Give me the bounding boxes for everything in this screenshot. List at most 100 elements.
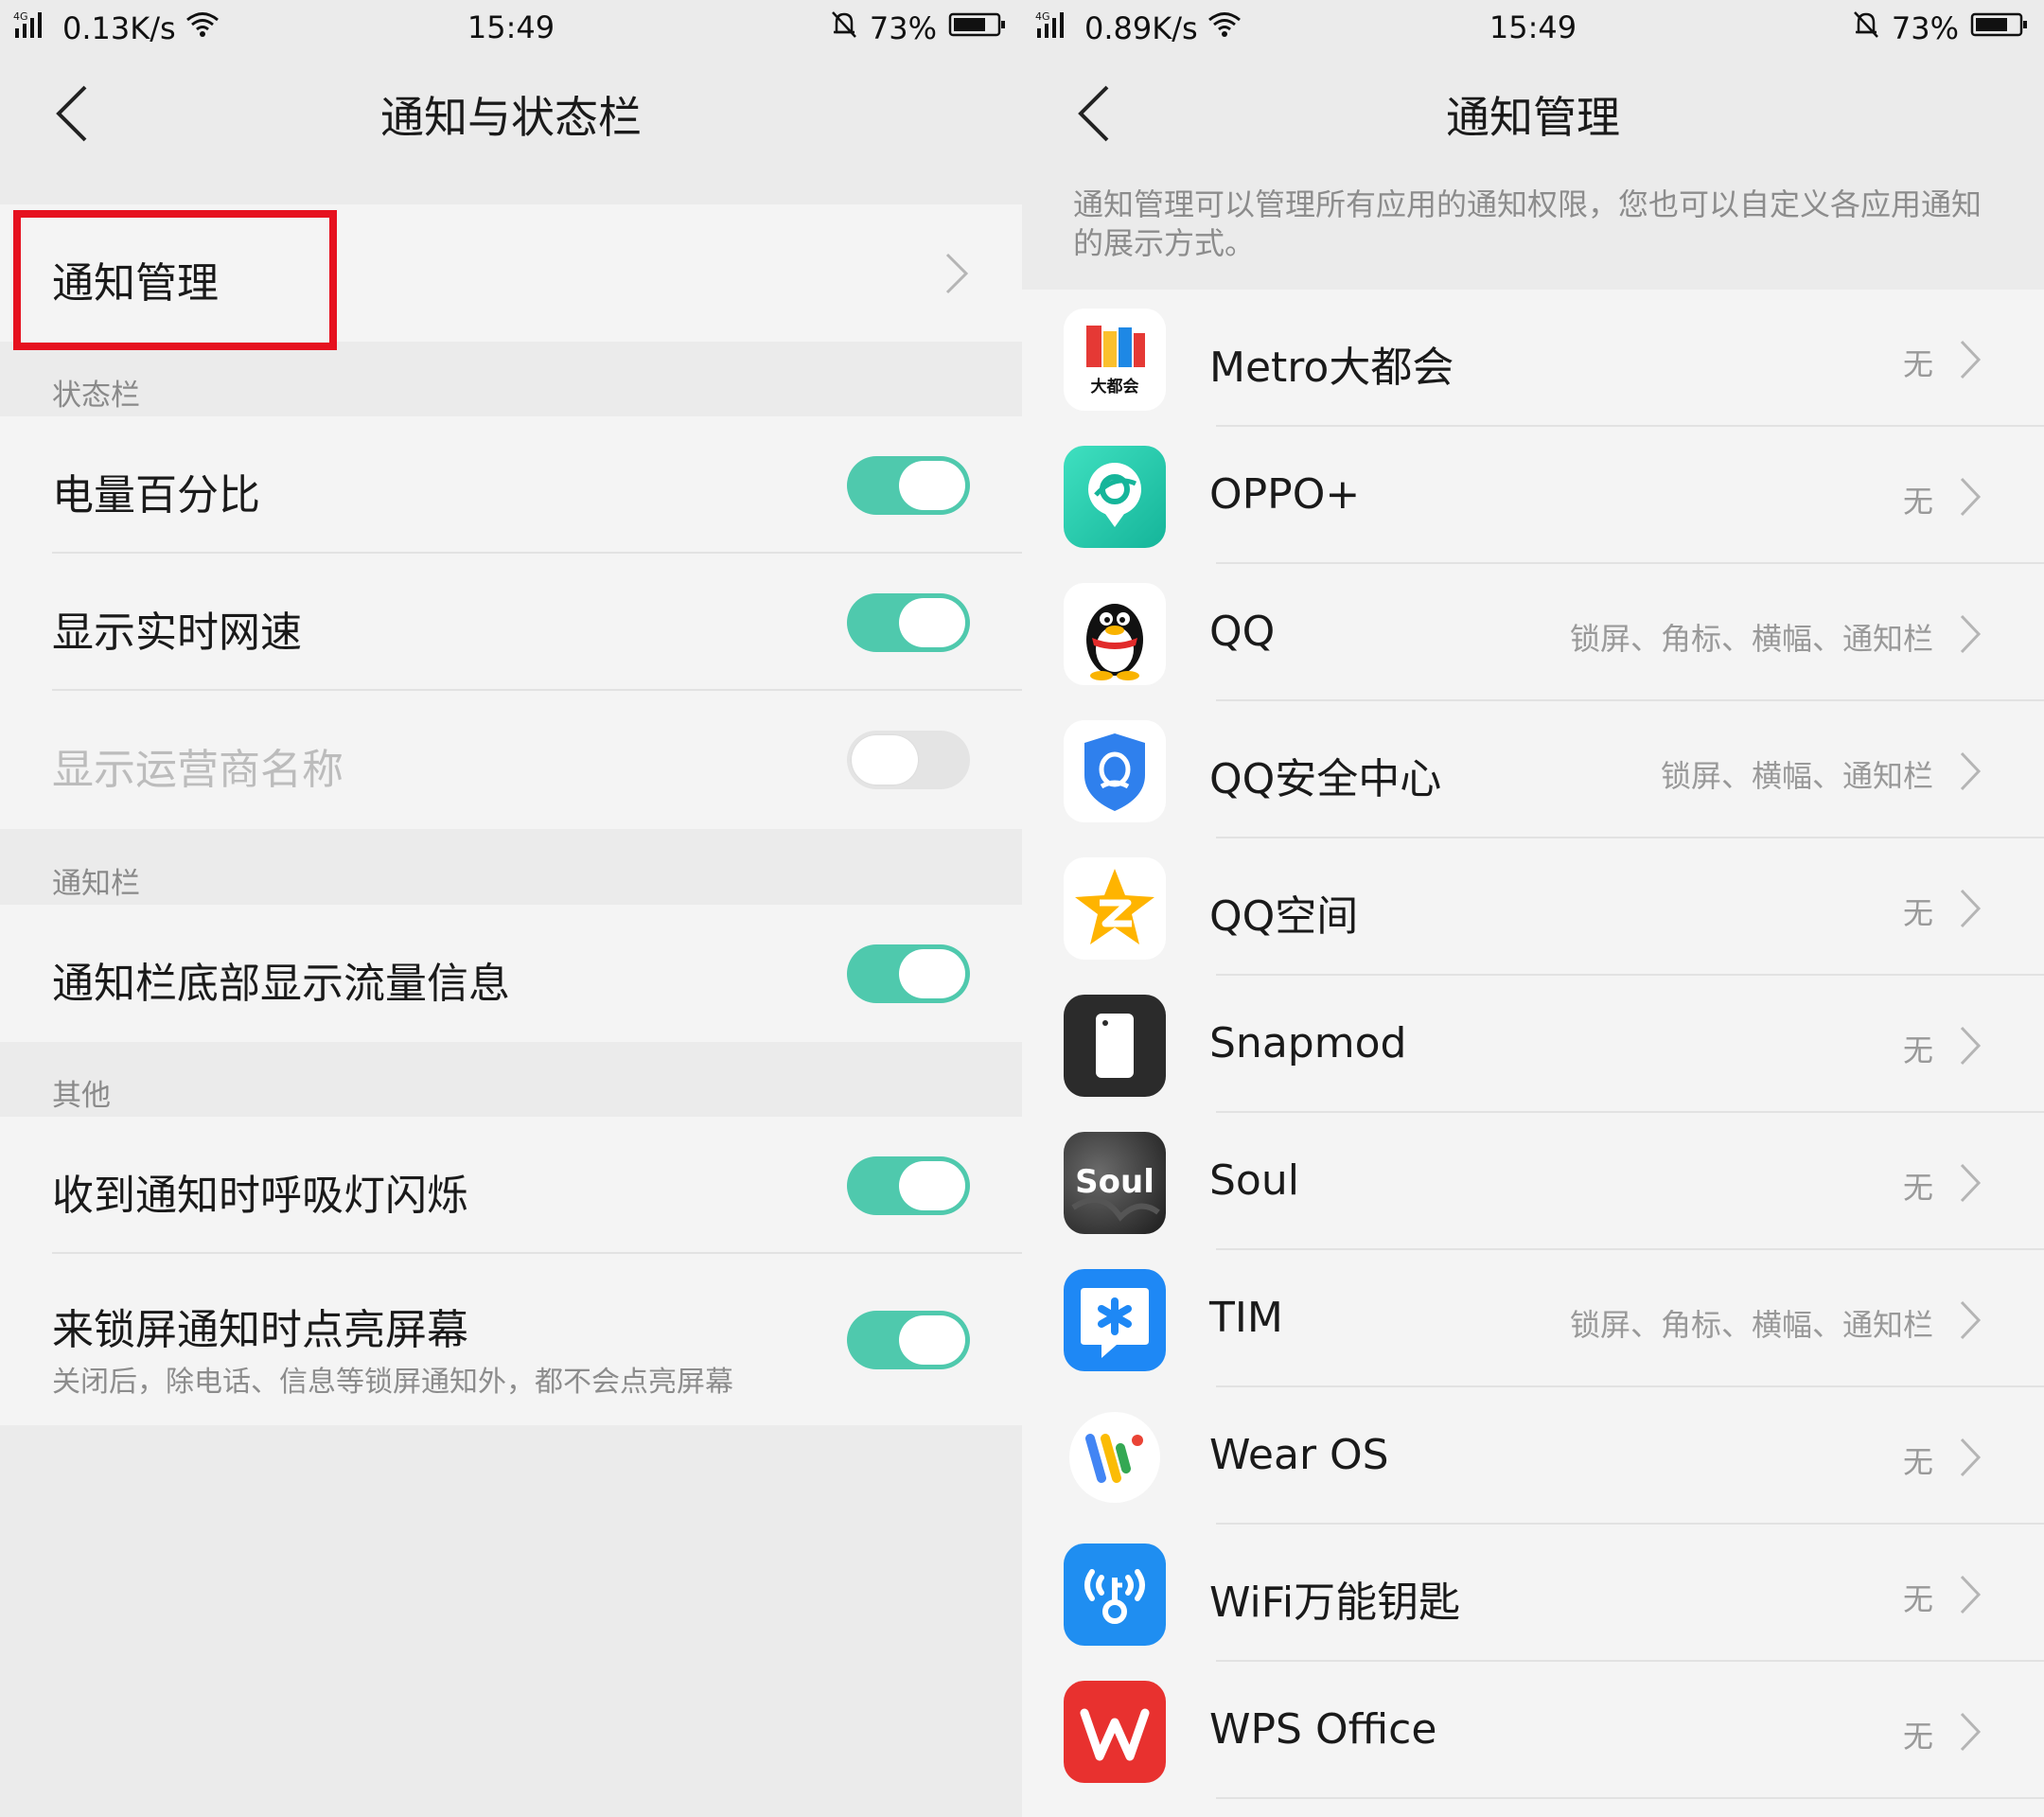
- setting-sublabel: 关闭后，除电话、信息等锁屏通知外，都不会点亮屏幕: [52, 1366, 733, 1399]
- wear-os-app-icon: [1064, 1406, 1166, 1508]
- page-title: 通知与状态栏: [380, 92, 642, 143]
- other-settings-group: 收到通知时呼吸灯闪烁 来锁屏通知时点亮屏幕 关闭后，除电话、信息等锁屏通知外，都…: [0, 1117, 1022, 1425]
- app-notification-status: 无: [1902, 1719, 1933, 1755]
- battery-icon: [1970, 10, 2029, 46]
- qzone-app-icon: [1064, 857, 1166, 960]
- app-name: Wear OS: [1209, 1431, 1389, 1479]
- app-name: Snapmod: [1209, 1019, 1407, 1067]
- setting-row-breathing-light: 收到通知时呼吸灯闪烁: [0, 1117, 1022, 1254]
- chevron-right-icon: [945, 253, 969, 294]
- chevron-right-icon: [1960, 1712, 1982, 1752]
- app-list: 大都会 Metro大都会 无 OPPO+ 无 QQ 锁屏、角标、横幅、通知栏 Q…: [1022, 290, 2044, 1817]
- setting-label: 来锁屏通知时点亮屏幕: [52, 1306, 468, 1354]
- chevron-right-icon: [1960, 1300, 1982, 1340]
- app-notification-status: 锁屏、角标、横幅、通知栏: [1569, 1307, 1933, 1343]
- chevron-right-icon: [1960, 1438, 1982, 1477]
- metro-app-icon: 大都会: [1064, 309, 1166, 411]
- list-item-qq[interactable]: QQ 锁屏、角标、横幅、通知栏: [1022, 564, 2044, 701]
- list-item-wear-os[interactable]: Wear OS 无: [1022, 1387, 2044, 1525]
- left-screen: 4G 0.13K/s 15:49 73% 通知与状态栏 通知管理 状态栏 电量百…: [0, 0, 1022, 1817]
- wps-office-app-icon: [1064, 1681, 1166, 1783]
- mute-bell-icon: [830, 9, 858, 47]
- page-title: 通知管理: [1446, 92, 1620, 143]
- app-name: WiFi万能钥匙: [1209, 1579, 1461, 1627]
- chevron-right-icon: [1960, 477, 1982, 517]
- setting-row-battery-percent: 电量百分比: [0, 416, 1022, 554]
- network-speed-toggle[interactable]: [847, 593, 970, 652]
- setting-row-wake-screen: 来锁屏通知时点亮屏幕 关闭后，除电话、信息等锁屏通知外，都不会点亮屏幕: [0, 1254, 1022, 1425]
- app-notification-status: 无: [1902, 895, 1933, 931]
- chevron-right-icon: [1960, 1026, 1982, 1066]
- app-notification-status: 锁屏、角标、横幅、通知栏: [1569, 621, 1933, 657]
- oppo-plus-app-icon: [1064, 446, 1166, 548]
- list-item-wifi-key[interactable]: WiFi万能钥匙 无: [1022, 1525, 2044, 1662]
- wake-screen-toggle[interactable]: [847, 1311, 970, 1369]
- carrier-name-toggle[interactable]: [847, 731, 970, 789]
- app-name: Metro大都会: [1209, 344, 1454, 392]
- chevron-right-icon: [1960, 340, 1982, 379]
- list-item-qq-security[interactable]: QQ安全中心 锁屏、横幅、通知栏: [1022, 701, 2044, 838]
- app-notification-status: 锁屏、横幅、通知栏: [1660, 758, 1933, 794]
- qq-app-icon: [1064, 583, 1166, 685]
- setting-row-network-speed: 显示实时网速: [0, 554, 1022, 691]
- chevron-right-icon: [1960, 889, 1982, 928]
- chevron-right-icon: [1960, 614, 1982, 654]
- app-name: Soul: [1209, 1156, 1299, 1205]
- right-screen: 4G 0.89K/s 15:49 73% 通知管理 通知管理可以管理所有应用的通…: [1022, 0, 2044, 1817]
- traffic-info-toggle[interactable]: [847, 944, 970, 1003]
- app-name: QQ安全中心: [1209, 755, 1442, 803]
- app-name: QQ空间: [1209, 892, 1359, 941]
- setting-row-carrier-name: 显示运营商名称: [0, 691, 1022, 829]
- svg-text:大都会: 大都会: [1091, 377, 1139, 397]
- status-bar: 4G 0.89K/s 15:49 73%: [1022, 0, 2044, 55]
- app-name: QQ: [1209, 608, 1276, 656]
- setting-row-traffic-info: 通知栏底部显示流量信息: [0, 905, 1022, 1042]
- app-notification-status: 无: [1902, 484, 1933, 520]
- setting-label: 显示实时网速: [52, 609, 302, 657]
- highlight-annotation: [13, 210, 337, 350]
- title-bar: 通知与状态栏: [0, 59, 1022, 168]
- mute-bell-icon: [1852, 9, 1880, 47]
- app-notification-status: 无: [1902, 1581, 1933, 1617]
- list-item-oppo-plus[interactable]: OPPO+ 无: [1022, 427, 2044, 564]
- snapmod-app-icon: [1064, 995, 1166, 1097]
- list-item-metro[interactable]: 大都会 Metro大都会 无: [1022, 290, 2044, 427]
- app-name: WPS Office: [1209, 1705, 1437, 1754]
- app-notification-status: 无: [1902, 1444, 1933, 1480]
- battery-icon: [948, 10, 1007, 46]
- list-item-qzone[interactable]: QQ空间 无: [1022, 838, 2044, 976]
- list-item-snapmod[interactable]: Snapmod 无: [1022, 976, 2044, 1113]
- section-header-status-bar: 状态栏: [52, 379, 140, 413]
- breathing-light-toggle[interactable]: [847, 1156, 970, 1215]
- app-name: TIM: [1209, 1294, 1283, 1342]
- app-notification-status: 无: [1902, 1170, 1933, 1206]
- qq-security-app-icon: [1064, 720, 1166, 822]
- section-header-notification-bar: 通知栏: [52, 867, 140, 901]
- battery-percent-toggle[interactable]: [847, 456, 970, 515]
- list-item-soul[interactable]: Soul Soul 无: [1022, 1113, 2044, 1250]
- battery-percent: 73%: [869, 10, 937, 46]
- setting-label: 电量百分比: [52, 471, 260, 520]
- status-bar-settings-group: 电量百分比 显示实时网速 显示运营商名称: [0, 416, 1022, 829]
- section-header-other: 其他: [52, 1079, 111, 1113]
- setting-label: 收到通知时呼吸灯闪烁: [52, 1172, 468, 1220]
- chevron-right-icon: [1960, 751, 1982, 791]
- status-bar: 4G 0.13K/s 15:49 73%: [0, 0, 1022, 55]
- soul-app-icon: Soul: [1064, 1132, 1166, 1234]
- app-notification-status: 无: [1902, 346, 1933, 382]
- tim-app-icon: [1064, 1269, 1166, 1371]
- chevron-right-icon: [1960, 1163, 1982, 1203]
- notification-bar-settings-group: 通知栏底部显示流量信息: [0, 905, 1022, 1042]
- wifi-key-app-icon: [1064, 1544, 1166, 1646]
- setting-label: 通知栏底部显示流量信息: [52, 960, 510, 1008]
- svg-text:Soul: Soul: [1075, 1163, 1154, 1201]
- page-description: 通知管理可以管理所有应用的通知权限，您也可以自定义各应用通知的展示方式。: [1073, 186, 1982, 261]
- setting-label: 显示运营商名称: [52, 746, 344, 794]
- battery-percent: 73%: [1891, 10, 1959, 46]
- title-bar: 通知管理: [1022, 59, 2044, 168]
- app-notification-status: 无: [1902, 1032, 1933, 1068]
- chevron-right-icon: [1960, 1575, 1982, 1614]
- list-item-tim[interactable]: TIM 锁屏、角标、横幅、通知栏: [1022, 1250, 2044, 1387]
- app-name: OPPO+: [1209, 470, 1361, 519]
- list-item-wps-office[interactable]: WPS Office 无: [1022, 1662, 2044, 1799]
